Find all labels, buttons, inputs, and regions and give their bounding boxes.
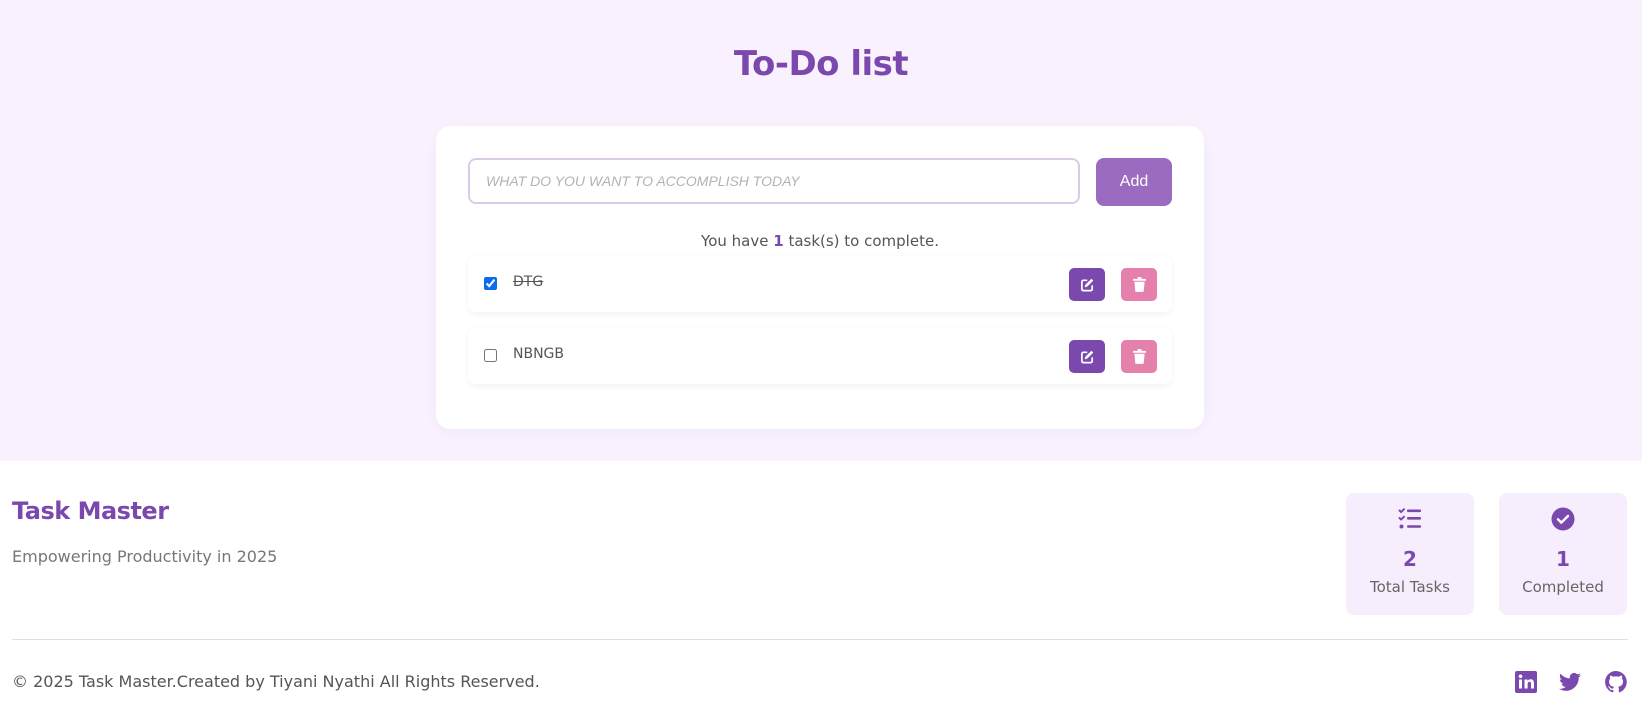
stat-completed: 1 Completed [1499,493,1627,615]
task-checkbox[interactable] [484,349,497,362]
edit-task-button[interactable] [1069,340,1105,373]
footer-tagline: Empowering Productivity in 2025 [12,547,278,566]
delete-task-button[interactable] [1121,340,1157,373]
footer-brand: Task Master [12,497,169,525]
check-circle-icon [1551,507,1575,531]
task-label: DTG [513,274,544,290]
github-icon[interactable] [1604,670,1628,694]
task-count-suffix: task(s) to complete. [783,232,939,250]
task-item: DTG [468,256,1172,312]
edit-icon [1080,278,1093,292]
delete-task-button[interactable] [1121,268,1157,301]
todo-card: Add You have 1 task(s) to complete. DTG [436,126,1204,429]
hero-section: To-Do list Add You have 1 task(s) to com… [0,0,1642,461]
task-count-value: 1 [773,232,784,250]
stat-value: 2 [1403,547,1417,571]
task-label: NBNGB [513,346,565,362]
stat-value: 1 [1556,547,1570,571]
trash-icon [1132,349,1146,364]
copyright-text: © 2025 Task Master.Created by Tiyani Nya… [12,672,540,691]
page-title: To-Do list [733,44,909,84]
task-checkbox[interactable] [484,277,497,290]
footer-divider [12,639,1628,640]
task-list-icon [1398,508,1421,529]
add-button[interactable]: Add [1096,158,1172,206]
task-count: You have 1 task(s) to complete. [436,232,1204,250]
edit-task-button[interactable] [1069,268,1105,301]
stat-label: Total Tasks [1370,578,1450,596]
linkedin-icon[interactable] [1514,670,1538,694]
trash-icon [1132,277,1146,292]
twitter-icon[interactable] [1558,670,1582,694]
edit-icon [1080,350,1093,364]
task-input[interactable] [468,158,1080,204]
stat-total-tasks: 2 Total Tasks [1346,493,1474,615]
task-count-prefix: You have [701,232,774,250]
stat-label: Completed [1522,578,1604,596]
task-item: NBNGB [468,328,1172,384]
